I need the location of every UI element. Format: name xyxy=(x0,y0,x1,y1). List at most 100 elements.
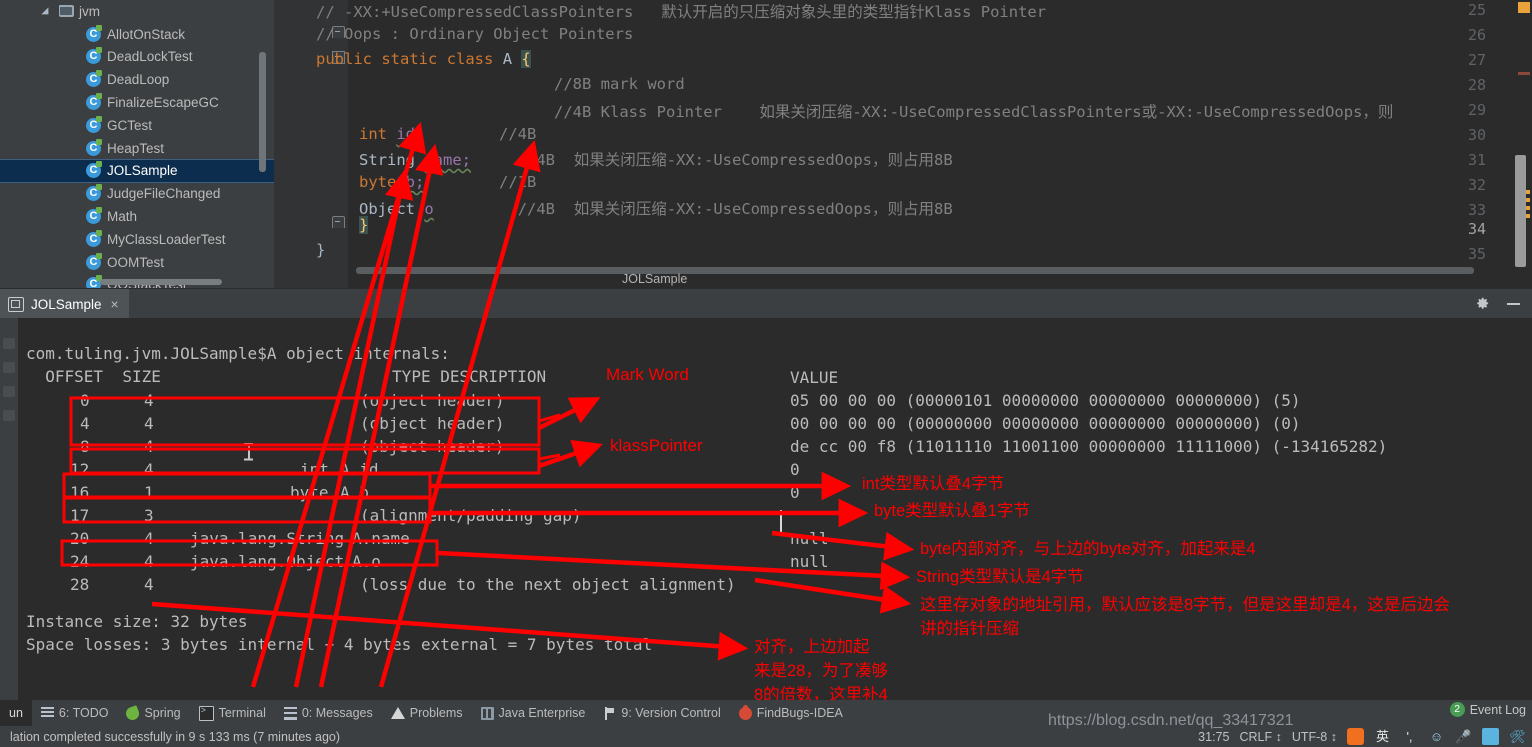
code-comment-cn: 如果关闭压缩-XX:-UseCompressedOops，则占用8B xyxy=(573,151,953,169)
editor-horizontal-scrollbar[interactable] xyxy=(356,267,1474,274)
tree-item-judgefilechanged[interactable]: JudgeFileChanged xyxy=(0,182,274,205)
tree-horizontal-scrollbar[interactable] xyxy=(100,279,222,285)
java-class-icon xyxy=(86,93,102,111)
tree-item-oomtest[interactable]: OOMTest xyxy=(0,251,274,274)
tree-item-label: MyClassLoaderTest xyxy=(107,231,226,247)
tree-item-label: GCTest xyxy=(107,117,153,133)
voice-icon[interactable]: 🎤 xyxy=(1455,728,1472,745)
toolbar-item-spring[interactable]: Spring xyxy=(117,700,189,726)
row-offset: 12 xyxy=(70,460,90,479)
row-size: 4 xyxy=(144,391,154,410)
tree-item-gctest[interactable]: GCTest xyxy=(0,114,274,137)
row-size: 4 xyxy=(144,529,154,548)
code-line-34[interactable]: } xyxy=(359,216,369,234)
tree-item-allotonstack[interactable]: AllotOnStack xyxy=(0,23,274,46)
annotation-object-note-2: 讲的指针压缩 xyxy=(920,620,1019,638)
console-rerun-button[interactable] xyxy=(3,338,15,349)
sogou-icon[interactable] xyxy=(1347,728,1364,745)
field-name: name; xyxy=(424,151,472,169)
console-left-toolbar[interactable] xyxy=(0,318,18,700)
code-fold-icon[interactable] xyxy=(332,216,345,228)
type-byte: byte xyxy=(359,173,397,191)
watermark: https://blog.csdn.net/qq_33417321 xyxy=(1048,712,1294,729)
toolbar-item-problems[interactable]: Problems xyxy=(382,700,472,726)
toolbar-item-label: Problems xyxy=(409,706,463,720)
triangle-down-icon[interactable] xyxy=(44,6,55,17)
toolbar-item-terminal[interactable]: Terminal xyxy=(190,700,275,726)
folder-icon xyxy=(59,5,74,18)
brace-open: { xyxy=(521,50,531,68)
toolbar-item-java-enterprise[interactable]: Java Enterprise xyxy=(472,700,595,726)
code-line-30[interactable]: int id; //4B xyxy=(359,125,536,143)
code-line-27[interactable]: public static class A { xyxy=(316,50,531,68)
tree-item-deadloop[interactable]: DeadLoop xyxy=(0,68,274,91)
console-toolwindow-header: JOLSample × xyxy=(0,288,1532,319)
minimize-icon[interactable] xyxy=(1507,303,1520,305)
keyboard-icon[interactable] xyxy=(1482,728,1499,745)
row-type: int xyxy=(300,460,329,479)
code-comment-cn: 默认开启的只压缩对象头里的类型指针Klass Pointer xyxy=(661,3,1047,21)
breadcrumb[interactable]: JOLSample xyxy=(622,272,687,286)
toolbar-item-0-messages[interactable]: 0: Messages xyxy=(275,700,382,726)
code-line-35[interactable]: } xyxy=(316,241,325,259)
editor-marker-warning[interactable] xyxy=(1518,2,1530,13)
code-line-33[interactable]: Object o //4B 如果关闭压缩-XX:-UseCompressedOo… xyxy=(359,197,953,219)
tree-item-list[interactable]: AllotOnStack DeadLockTest DeadLoop Finalize… xyxy=(0,23,274,288)
console-stop-button[interactable] xyxy=(3,362,15,373)
row-description: A.name xyxy=(352,529,410,548)
toolbar-item-findbugs-idea[interactable]: FindBugs-IDEA xyxy=(730,700,852,726)
java-class-icon xyxy=(86,70,102,88)
code-line-28[interactable]: //8B mark word xyxy=(554,75,685,93)
punctuation-icon[interactable]: ', xyxy=(1401,728,1418,745)
line-number: 27 xyxy=(1467,51,1486,69)
code-line-32[interactable]: byte b; //1B xyxy=(359,173,536,191)
type-int: int xyxy=(359,125,387,143)
code-editor[interactable]: 25 26 27 28 29 30 31 32 33 34 35 // -XX:… xyxy=(274,0,1532,288)
tree-item-heaptest[interactable]: HeapTest xyxy=(0,137,274,160)
code-line-26[interactable]: // Oops : Ordinary Object Pointers xyxy=(316,25,633,43)
row-size: 4 xyxy=(144,414,154,433)
row-description: (object header) xyxy=(360,414,505,433)
code-line-31[interactable]: String name; //4B 如果关闭压缩-XX:-UseCompress… xyxy=(359,148,953,170)
emoji-icon[interactable]: ☺ xyxy=(1428,728,1445,745)
line-separator[interactable]: CRLF ↕ xyxy=(1239,730,1281,744)
row-value: de cc 00 f8 (11011110 11001100 00000000 … xyxy=(790,437,1388,456)
toolbar-item-6-todo[interactable]: 6: TODO xyxy=(32,700,118,726)
bottom-toolbar[interactable]: un 6: TODO Spring Terminal 0: Messages Proble… xyxy=(0,700,1532,726)
tree-item-label: Math xyxy=(107,209,138,225)
editor-marker-error[interactable] xyxy=(1518,72,1530,75)
java-class-icon xyxy=(86,252,102,270)
java-class-icon xyxy=(86,47,102,65)
chinese-eng-icon[interactable]: 英 xyxy=(1374,728,1391,745)
row-offset: 8 xyxy=(80,437,90,456)
java-class-icon xyxy=(86,275,102,288)
toolbox-icon[interactable]: 🛠 xyxy=(1509,728,1526,745)
toolbar-item-label: Spring xyxy=(144,706,181,720)
caret-position[interactable]: 31:75 xyxy=(1198,730,1229,744)
toolbar-item-un[interactable]: un xyxy=(0,700,32,726)
tree-vertical-scrollbar[interactable] xyxy=(259,52,266,172)
gear-icon[interactable] xyxy=(1475,296,1490,311)
console-tab-jolsample[interactable]: JOLSample × xyxy=(0,289,129,319)
tree-item-jolsample[interactable]: JOLSample xyxy=(0,158,274,184)
editor-gutter[interactable] xyxy=(274,0,348,288)
code-line-25[interactable]: // -XX:+UseCompressedClassPointers 默认开启的… xyxy=(316,0,1046,22)
editor-vertical-scrollbar[interactable] xyxy=(1515,155,1526,267)
type-String: String xyxy=(359,151,415,169)
project-tree-panel[interactable]: jvm AllotOnStack DeadLockTest DeadLoop Fina… xyxy=(0,0,274,288)
close-icon[interactable]: × xyxy=(111,297,119,311)
brace-close: } xyxy=(359,216,369,234)
console-settings-button[interactable] xyxy=(3,410,15,421)
code-line-29[interactable]: //4B Klass Pointer 如果关闭压缩-XX:-UseCompres… xyxy=(554,100,1393,122)
encoding[interactable]: UTF-8 ↕ xyxy=(1292,730,1337,744)
event-log-button[interactable]: 2 Event Log xyxy=(1449,702,1526,717)
console-filter-button[interactable] xyxy=(3,386,15,397)
status-bar[interactable]: lation completed successfully in 9 s 133… xyxy=(0,726,1532,747)
toolbar-item-9-version-control[interactable]: 9: Version Control xyxy=(594,700,729,726)
tree-item-finalizeescapegc[interactable]: FinalizeEscapeGC xyxy=(0,91,274,114)
tree-item-deadlocktest[interactable]: DeadLockTest xyxy=(0,46,274,69)
java-class-icon xyxy=(86,115,102,133)
tree-item-myclassloadertest[interactable]: MyClassLoaderTest xyxy=(0,228,274,251)
tree-item-math[interactable]: Math xyxy=(0,205,274,228)
tree-row-root[interactable]: jvm xyxy=(0,0,274,23)
